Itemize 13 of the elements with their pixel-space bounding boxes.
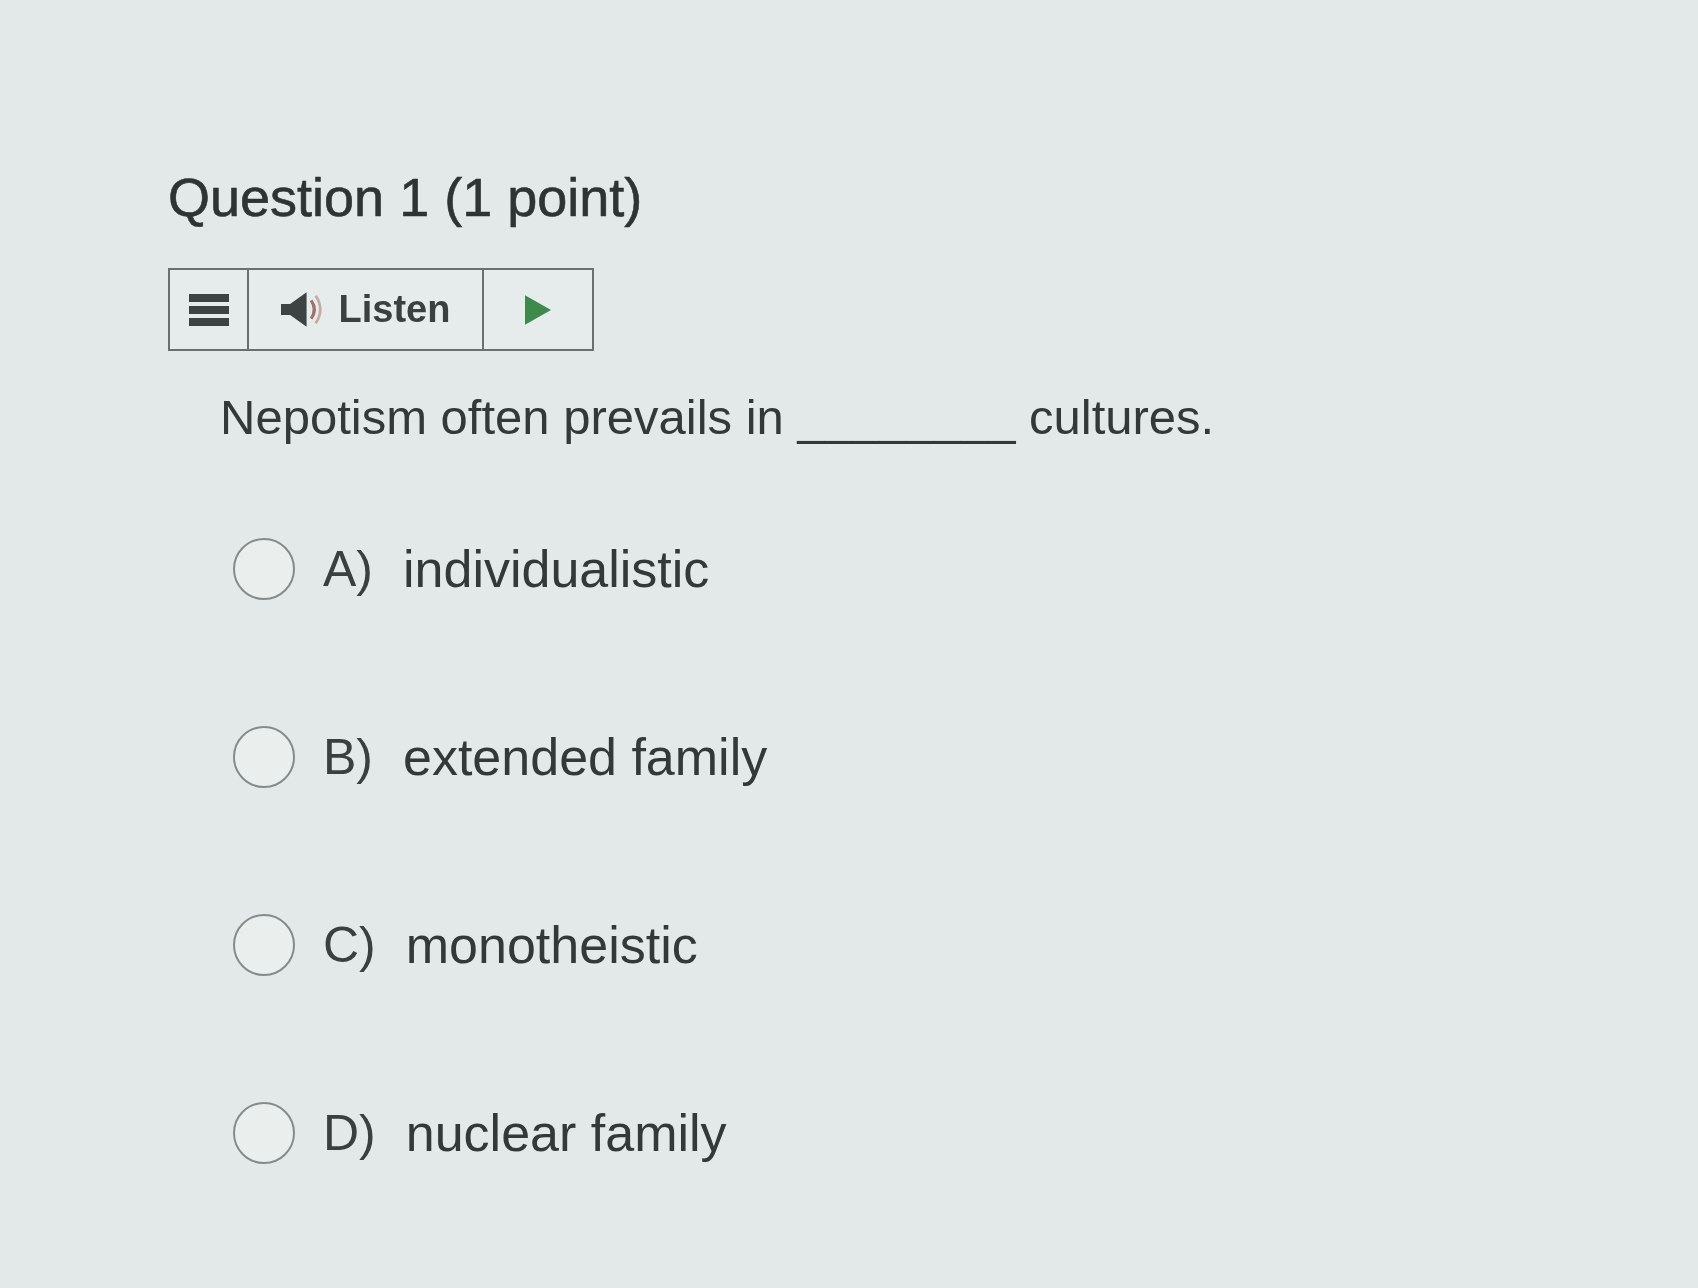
option-letter: A) [323, 540, 373, 599]
option-letter: D) [323, 1104, 376, 1163]
menu-icon [188, 293, 229, 326]
play-icon [525, 293, 551, 326]
option-letter: C) [323, 916, 376, 975]
speaker-icon [280, 291, 323, 328]
option-label: individualistic [403, 539, 710, 600]
option-letter: B) [323, 728, 373, 787]
option-label: monotheistic [405, 915, 698, 976]
option-label: nuclear family [405, 1103, 727, 1164]
question-text: Nepotism often prevails in ________ cultures. [220, 389, 1216, 446]
question-title: Question 1 (1 point) [168, 166, 644, 228]
option-label: extended family [403, 727, 768, 788]
